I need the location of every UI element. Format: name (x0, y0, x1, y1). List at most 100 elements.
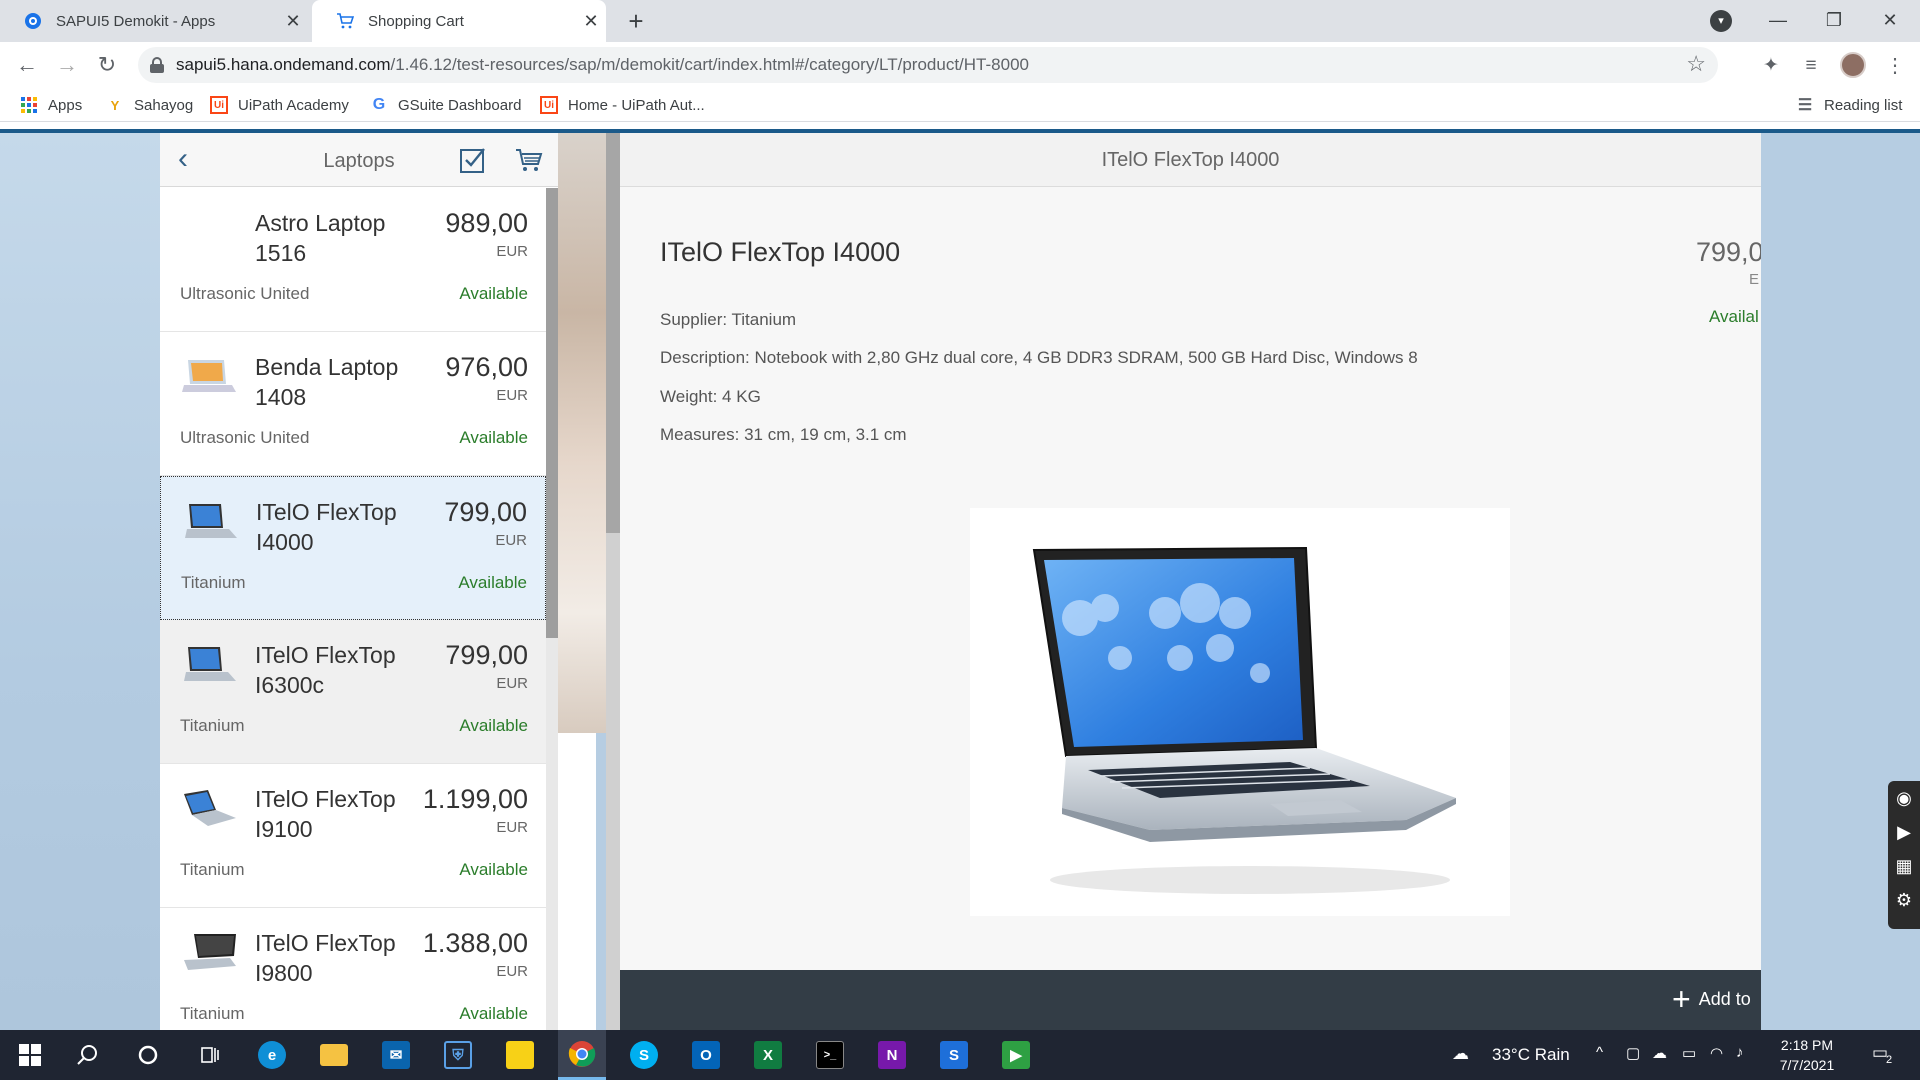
system-clock[interactable]: 2:18 PM 7/7/2021 (1760, 1035, 1854, 1075)
tab-search-icon[interactable]: ▾ (1710, 10, 1732, 32)
back-arrow-icon[interactable]: ← (12, 50, 42, 80)
close-window-icon[interactable]: ✕ (1862, 0, 1918, 42)
product-status: Available (458, 573, 527, 592)
compare-checklist-icon[interactable] (458, 145, 488, 175)
weather-cloud-icon[interactable]: ☁ (1452, 1044, 1469, 1064)
close-tab-icon[interactable]: ✕ (278, 11, 308, 32)
outlook-icon[interactable]: O (682, 1030, 730, 1080)
detail-header: ITelO FlexTop I4000 (620, 133, 1761, 187)
product-image[interactable] (970, 508, 1510, 916)
product-name: ITelO FlexTop I9100 (255, 786, 396, 842)
windows-taskbar: e ✉ ⛨ S O X >_ N S ▶ ☁ 33°C Rain ^ ▢ ☁ ▭… (0, 1030, 1920, 1080)
extensions-icon[interactable]: ✦ (1758, 53, 1784, 79)
bookmark-apps[interactable]: Apps (20, 94, 82, 116)
restore-window-icon[interactable]: ❐ (1806, 0, 1862, 42)
category-master-panel: ‹ Laptops Astro Laptop 1516 989,00 EUR U… (160, 133, 558, 1030)
search-icon[interactable] (64, 1030, 112, 1080)
profile-avatar[interactable] (1840, 52, 1866, 78)
video-icon[interactable]: ▶ (1888, 815, 1920, 849)
bookmark-star-icon[interactable]: ☆ (1686, 51, 1706, 77)
reload-icon[interactable]: ↻ (92, 50, 122, 80)
cortana-icon[interactable] (124, 1030, 172, 1080)
bookmark-uipath-home[interactable]: Ui Home - UiPath Aut... (540, 94, 705, 116)
sapui5-favicon (24, 12, 42, 30)
measures-attribute: Measures: 31 cm, 19 cm, 3.1 cm (660, 425, 907, 444)
minimize-window-icon[interactable]: — (1750, 0, 1806, 42)
add-to-cart-button[interactable]: + Add to (1672, 983, 1751, 1015)
address-bar[interactable]: sapui5.hana.ondemand.com/1.46.12/test-re… (138, 47, 1718, 83)
excel-icon[interactable]: X (744, 1030, 792, 1080)
bookmark-label: Home - UiPath Aut... (568, 96, 705, 114)
product-supplier: Ultrasonic United (180, 284, 310, 303)
scrollbar-thumb[interactable] (606, 133, 620, 533)
bookmark-uipath-academy[interactable]: Ui UiPath Academy (210, 94, 349, 116)
windows-start-icon[interactable] (6, 1030, 54, 1080)
bookmark-label: GSuite Dashboard (398, 96, 522, 114)
volume-icon[interactable]: ♪ (1736, 1044, 1744, 1061)
tab-title: SAPUI5 Demokit - Apps (56, 12, 216, 30)
gallery-icon[interactable]: ▦ (1888, 849, 1920, 883)
new-tab-button[interactable]: + (620, 6, 652, 36)
security-shield-icon[interactable]: ⛨ (434, 1030, 482, 1080)
task-view-icon[interactable] (186, 1030, 234, 1080)
uipath-icon: Ui (540, 96, 558, 114)
bookmark-gsuite-dashboard[interactable]: G GSuite Dashboard (370, 94, 522, 116)
list-item[interactable]: Benda Laptop 1408 976,00 EUR Ultrasonic … (160, 332, 546, 476)
product-currency: EUR (496, 387, 528, 404)
background-photo (558, 133, 606, 733)
edge-browser-icon[interactable]: e (248, 1030, 296, 1080)
product-title: ITelO FlexTop I4000 (660, 237, 901, 267)
media-player-icon[interactable]: ▶ (992, 1030, 1040, 1080)
forward-arrow-icon[interactable]: → (52, 50, 82, 80)
close-tab-icon[interactable]: ✕ (576, 11, 606, 32)
settings-gear-icon[interactable]: ⚙ (1888, 883, 1920, 917)
list-item[interactable]: Astro Laptop 1516 989,00 EUR Ultrasonic … (160, 188, 546, 332)
skype-icon[interactable]: S (620, 1030, 668, 1080)
shopping-cart-icon[interactable] (514, 145, 544, 175)
lock-icon (150, 57, 164, 73)
browser-tab-shopping-cart[interactable]: Shopping Cart ✕ (312, 0, 606, 42)
url-text: sapui5.hana.ondemand.com/1.46.12/test-re… (176, 55, 1029, 74)
sap-app-icon[interactable]: S (930, 1030, 978, 1080)
onenote-icon[interactable]: N (868, 1030, 916, 1080)
product-status: Availal (1709, 307, 1759, 326)
chrome-icon[interactable] (558, 1030, 606, 1080)
mail-icon[interactable]: ✉ (372, 1030, 420, 1080)
scrollbar-thumb[interactable] (546, 188, 558, 638)
reading-list[interactable]: ☰ Reading list (1796, 94, 1903, 116)
bookmark-label: UiPath Academy (238, 96, 349, 114)
list-item-selected[interactable]: ITelO FlexTop I4000 799,00 EUR Titanium … (160, 476, 546, 620)
laptop-thumbnail (180, 932, 238, 972)
camera-icon[interactable]: ◉ (1888, 781, 1920, 815)
meet-now-icon[interactable]: ▢ (1626, 1044, 1640, 1062)
product-price: 1.388,00 (422, 928, 528, 958)
notification-count: 2 (1886, 1054, 1893, 1066)
product-status: Available (459, 716, 528, 735)
tray-chevron-icon[interactable]: ^ (1596, 1044, 1603, 1061)
browser-tab-sapui5-demokit[interactable]: SAPUI5 Demokit - Apps ✕ (0, 0, 308, 42)
product-list: Astro Laptop 1516 989,00 EUR Ultrasonic … (160, 188, 546, 1030)
onedrive-icon[interactable]: ☁ (1652, 1044, 1667, 1062)
reading-list-icon: ☰ (1797, 97, 1813, 114)
list-item[interactable]: ITelO FlexTop I9100 1.199,00 EUR Titaniu… (160, 764, 546, 908)
clock-time: 2:18 PM (1780, 1037, 1834, 1053)
clock-date: 7/7/2021 (1779, 1057, 1835, 1073)
media-control-icon[interactable]: ≡ (1798, 53, 1824, 79)
battery-icon[interactable]: ▭ (1682, 1044, 1696, 1062)
detail-header-title: ITelO FlexTop I4000 (1101, 149, 1280, 171)
list-item[interactable]: ITelO FlexTop I6300c 799,00 EUR Titanium… (160, 620, 546, 764)
list-item[interactable]: ITelO FlexTop I9800 1.388,00 EUR Titaniu… (160, 908, 546, 1030)
page-scrollbar[interactable] (606, 133, 620, 1030)
sahayog-icon: Y (110, 97, 120, 113)
wifi-icon[interactable]: ◠ (1710, 1044, 1723, 1062)
add-to-cart-label: Add to (1698, 988, 1751, 1009)
bookmark-sahayog[interactable]: Y Sahayog (106, 94, 194, 116)
menu-kebab-icon[interactable]: ⋮ (1882, 53, 1908, 79)
terminal-icon[interactable]: >_ (806, 1030, 854, 1080)
sticky-notes-icon[interactable] (496, 1030, 544, 1080)
master-list-scrollbar[interactable] (546, 188, 558, 1030)
weather-text[interactable]: 33°C Rain (1492, 1045, 1570, 1065)
file-explorer-icon[interactable] (310, 1030, 358, 1080)
laptop-thumbnail (180, 356, 238, 396)
reading-list-label: Reading list (1824, 96, 1903, 114)
